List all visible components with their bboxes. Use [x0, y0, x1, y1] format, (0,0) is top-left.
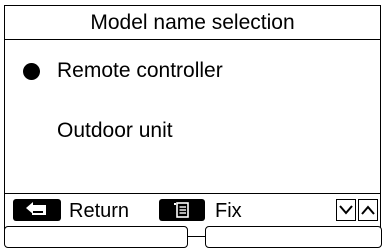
selected-bullet-icon [23, 63, 40, 80]
soft-button-right[interactable] [205, 226, 382, 248]
fix-label: Fix [215, 200, 242, 222]
soft-button-left[interactable] [4, 226, 188, 248]
return-label: Return [69, 200, 130, 222]
footer-bar: Return Fix [5, 198, 380, 224]
screen-title: Model name selection [5, 6, 380, 40]
menu-icon[interactable] [159, 199, 205, 221]
option-label: Outdoor unit [57, 119, 173, 142]
chevron-up-icon[interactable] [358, 199, 378, 221]
return-icon[interactable] [13, 199, 61, 221]
option-label: Remote controller [57, 59, 223, 82]
chevron-down-icon[interactable] [336, 199, 356, 221]
navigation-arrows [336, 199, 378, 221]
lcd-screen: Model name selection Remote controller O… [4, 5, 381, 237]
footer-divider [5, 193, 380, 194]
